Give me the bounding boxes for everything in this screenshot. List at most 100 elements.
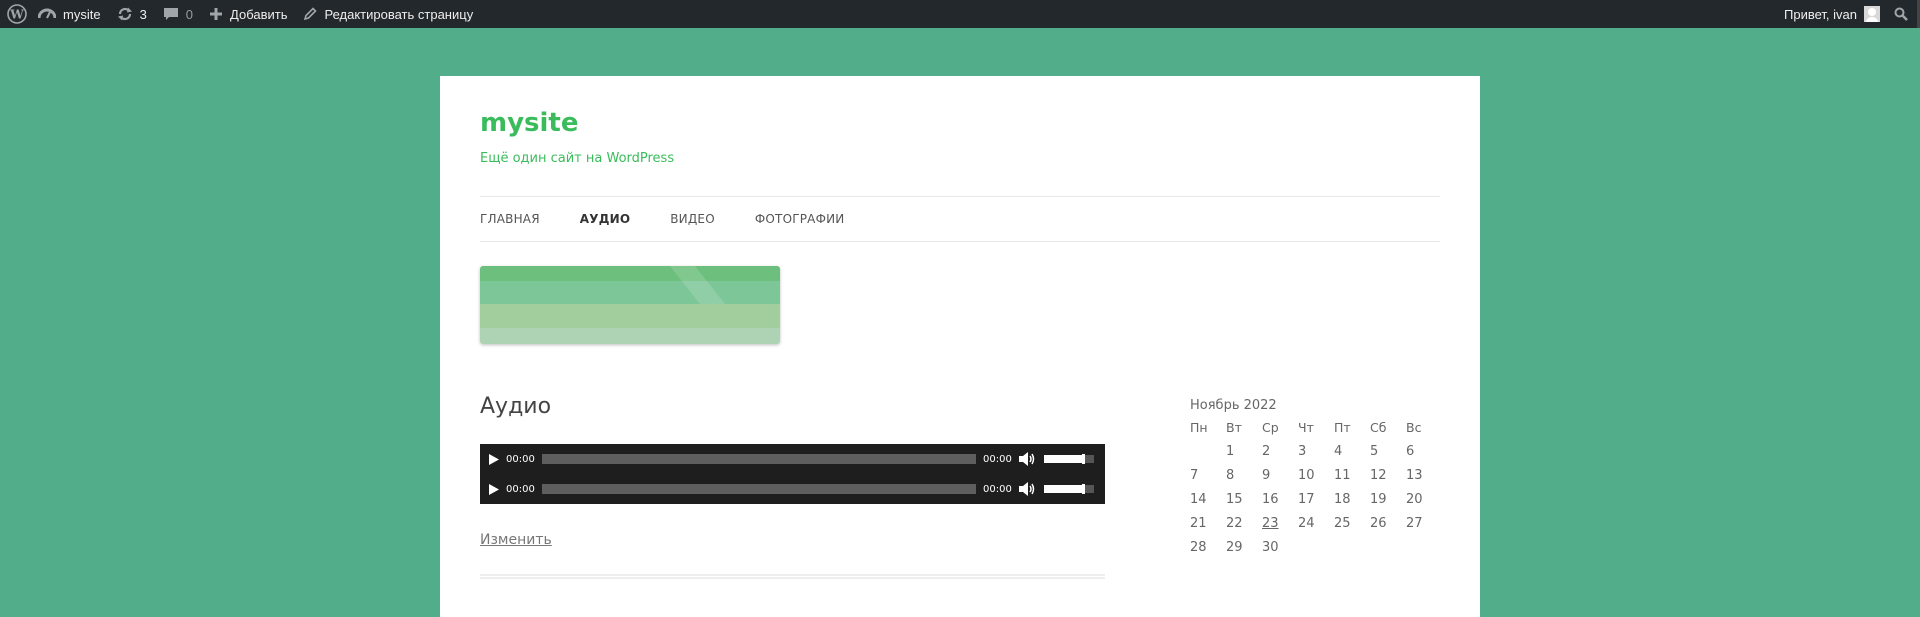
audio-player: 00:00 00:00 <box>480 444 1105 474</box>
wordpress-logo-icon: W <box>7 4 27 24</box>
calendar-day: 5 <box>1370 444 1379 459</box>
calendar-day: 10 <box>1298 468 1315 483</box>
nav-item-home[interactable]: Главная <box>480 212 540 226</box>
site-name-menu[interactable]: mysite <box>34 0 109 28</box>
audio-player: 00:00 00:00 <box>480 474 1105 504</box>
calendar-day: 6 <box>1406 444 1415 459</box>
header-image[interactable] <box>480 266 780 344</box>
calendar-day: 11 <box>1334 468 1351 483</box>
volume-slider[interactable] <box>1044 484 1094 494</box>
progress-rail[interactable] <box>542 454 976 464</box>
main-navigation: Главная Аудио Видео Фотографии <box>480 196 1440 242</box>
calendar-day: 24 <box>1298 516 1315 531</box>
calendar-day: 21 <box>1190 516 1207 531</box>
comments-menu[interactable]: 0 <box>155 0 201 28</box>
volume-icon[interactable] <box>1019 482 1035 496</box>
current-time: 00:00 <box>506 453 535 465</box>
site-description: Ещё один сайт на WordPress <box>480 151 675 166</box>
comments-count: 0 <box>185 6 194 22</box>
entry-separator <box>480 574 1105 579</box>
volume-handle[interactable] <box>1082 454 1085 464</box>
calendar-day: 15 <box>1226 492 1243 507</box>
pencil-icon <box>304 7 318 21</box>
calendar-day: 19 <box>1370 492 1387 507</box>
play-icon[interactable] <box>488 483 499 495</box>
updates-icon <box>117 7 132 21</box>
calendar-day: 1 <box>1226 444 1235 459</box>
calendar-empty-cell <box>1370 536 1406 560</box>
wp-logo-menu[interactable]: W <box>0 0 34 28</box>
calendar-day: 27 <box>1406 516 1423 531</box>
calendar-day: 20 <box>1406 492 1423 507</box>
search-icon <box>1894 7 1908 21</box>
add-new-menu[interactable]: Добавить <box>201 0 295 28</box>
calendar-day: 2 <box>1262 444 1271 459</box>
calendar-weekday: Пт <box>1334 420 1351 435</box>
calendar-day: 3 <box>1298 444 1307 459</box>
calendar-day-link[interactable]: 23 <box>1262 512 1298 536</box>
greeting-label: Привет, ivan <box>1784 6 1857 22</box>
calendar-caption: Ноябрь 2022 <box>1190 398 1277 413</box>
progress-rail[interactable] <box>542 484 976 494</box>
admin-bar: W mysite 3 0 Добавить Редактировать стра… <box>0 0 1920 28</box>
comment-icon <box>163 8 178 20</box>
current-time: 00:00 <box>506 483 535 495</box>
calendar-empty-cell <box>1334 536 1370 560</box>
audio-playlist: 00:00 00:00 00:00 00:00 <box>480 444 1105 504</box>
svg-text:W: W <box>9 8 24 22</box>
site-name-label: mysite <box>63 6 101 22</box>
calendar-day: 26 <box>1370 516 1387 531</box>
calendar-day: 16 <box>1262 492 1279 507</box>
plus-icon <box>210 8 223 20</box>
nav-item-photos[interactable]: Фотографии <box>755 212 845 226</box>
calendar-empty-cell <box>1298 536 1334 560</box>
avatar-icon <box>1864 6 1880 22</box>
calendar-weekday: Вт <box>1226 420 1242 435</box>
calendar-weekday: Ср <box>1262 420 1279 435</box>
admin-search-button[interactable] <box>1888 0 1920 28</box>
calendar-day: 28 <box>1190 540 1207 555</box>
calendar-day: 17 <box>1298 492 1315 507</box>
calendar-grid: Пн Вт Ср Чт Пт Сб Вс 1 2 3 4 5 6 7 8 9 10 11 12 13 14 15 16 17 1… <box>1190 416 1440 560</box>
calendar-day: 9 <box>1262 468 1271 483</box>
calendar-weekday: Сб <box>1370 420 1387 435</box>
calendar-empty-cell <box>1190 440 1226 464</box>
nav-item-audio[interactable]: Аудио <box>580 212 630 226</box>
play-icon[interactable] <box>488 453 499 465</box>
volume-slider[interactable] <box>1044 454 1094 464</box>
calendar-empty-cell <box>1406 536 1442 560</box>
edit-post-link[interactable]: Изменить <box>480 532 552 548</box>
calendar-widget: Ноябрь 2022 Пн Вт Ср Чт Пт Сб Вс 1 2 3 4 5 6 7 8 9 10 11 1… <box>1190 396 1440 560</box>
duration: 00:00 <box>983 453 1012 465</box>
updates-count: 3 <box>139 6 147 22</box>
volume-icon[interactable] <box>1019 452 1035 466</box>
dashboard-icon <box>38 8 56 19</box>
calendar-weekday: Вс <box>1406 420 1422 435</box>
calendar-weekday: Чт <box>1298 420 1314 435</box>
post-title: Аудио <box>480 394 552 419</box>
page-container: mysite Ещё один сайт на WordPress Главна… <box>440 76 1480 617</box>
calendar-day: 22 <box>1226 516 1243 531</box>
calendar-day: 30 <box>1262 540 1279 555</box>
add-new-label: Добавить <box>230 6 288 22</box>
my-account-menu[interactable]: Привет, ivan <box>1776 6 1888 22</box>
updates-menu[interactable]: 3 <box>109 0 155 28</box>
edit-page-menu[interactable]: Редактировать страницу <box>295 0 481 28</box>
calendar-day: 7 <box>1190 468 1199 483</box>
volume-level <box>1044 485 1084 493</box>
edit-page-label: Редактировать страницу <box>324 6 474 22</box>
calendar-day: 25 <box>1334 516 1351 531</box>
calendar-weekday: Пн <box>1190 420 1208 435</box>
calendar-day: 13 <box>1406 468 1423 483</box>
volume-level <box>1044 455 1084 463</box>
calendar-day: 29 <box>1226 540 1243 555</box>
volume-handle[interactable] <box>1082 484 1085 494</box>
calendar-day: 14 <box>1190 492 1207 507</box>
calendar-day: 4 <box>1334 444 1343 459</box>
calendar-day: 18 <box>1334 492 1351 507</box>
calendar-day: 8 <box>1226 468 1235 483</box>
nav-item-video[interactable]: Видео <box>670 212 715 226</box>
site-title[interactable]: mysite <box>480 108 579 138</box>
calendar-day: 12 <box>1370 468 1387 483</box>
duration: 00:00 <box>983 483 1012 495</box>
